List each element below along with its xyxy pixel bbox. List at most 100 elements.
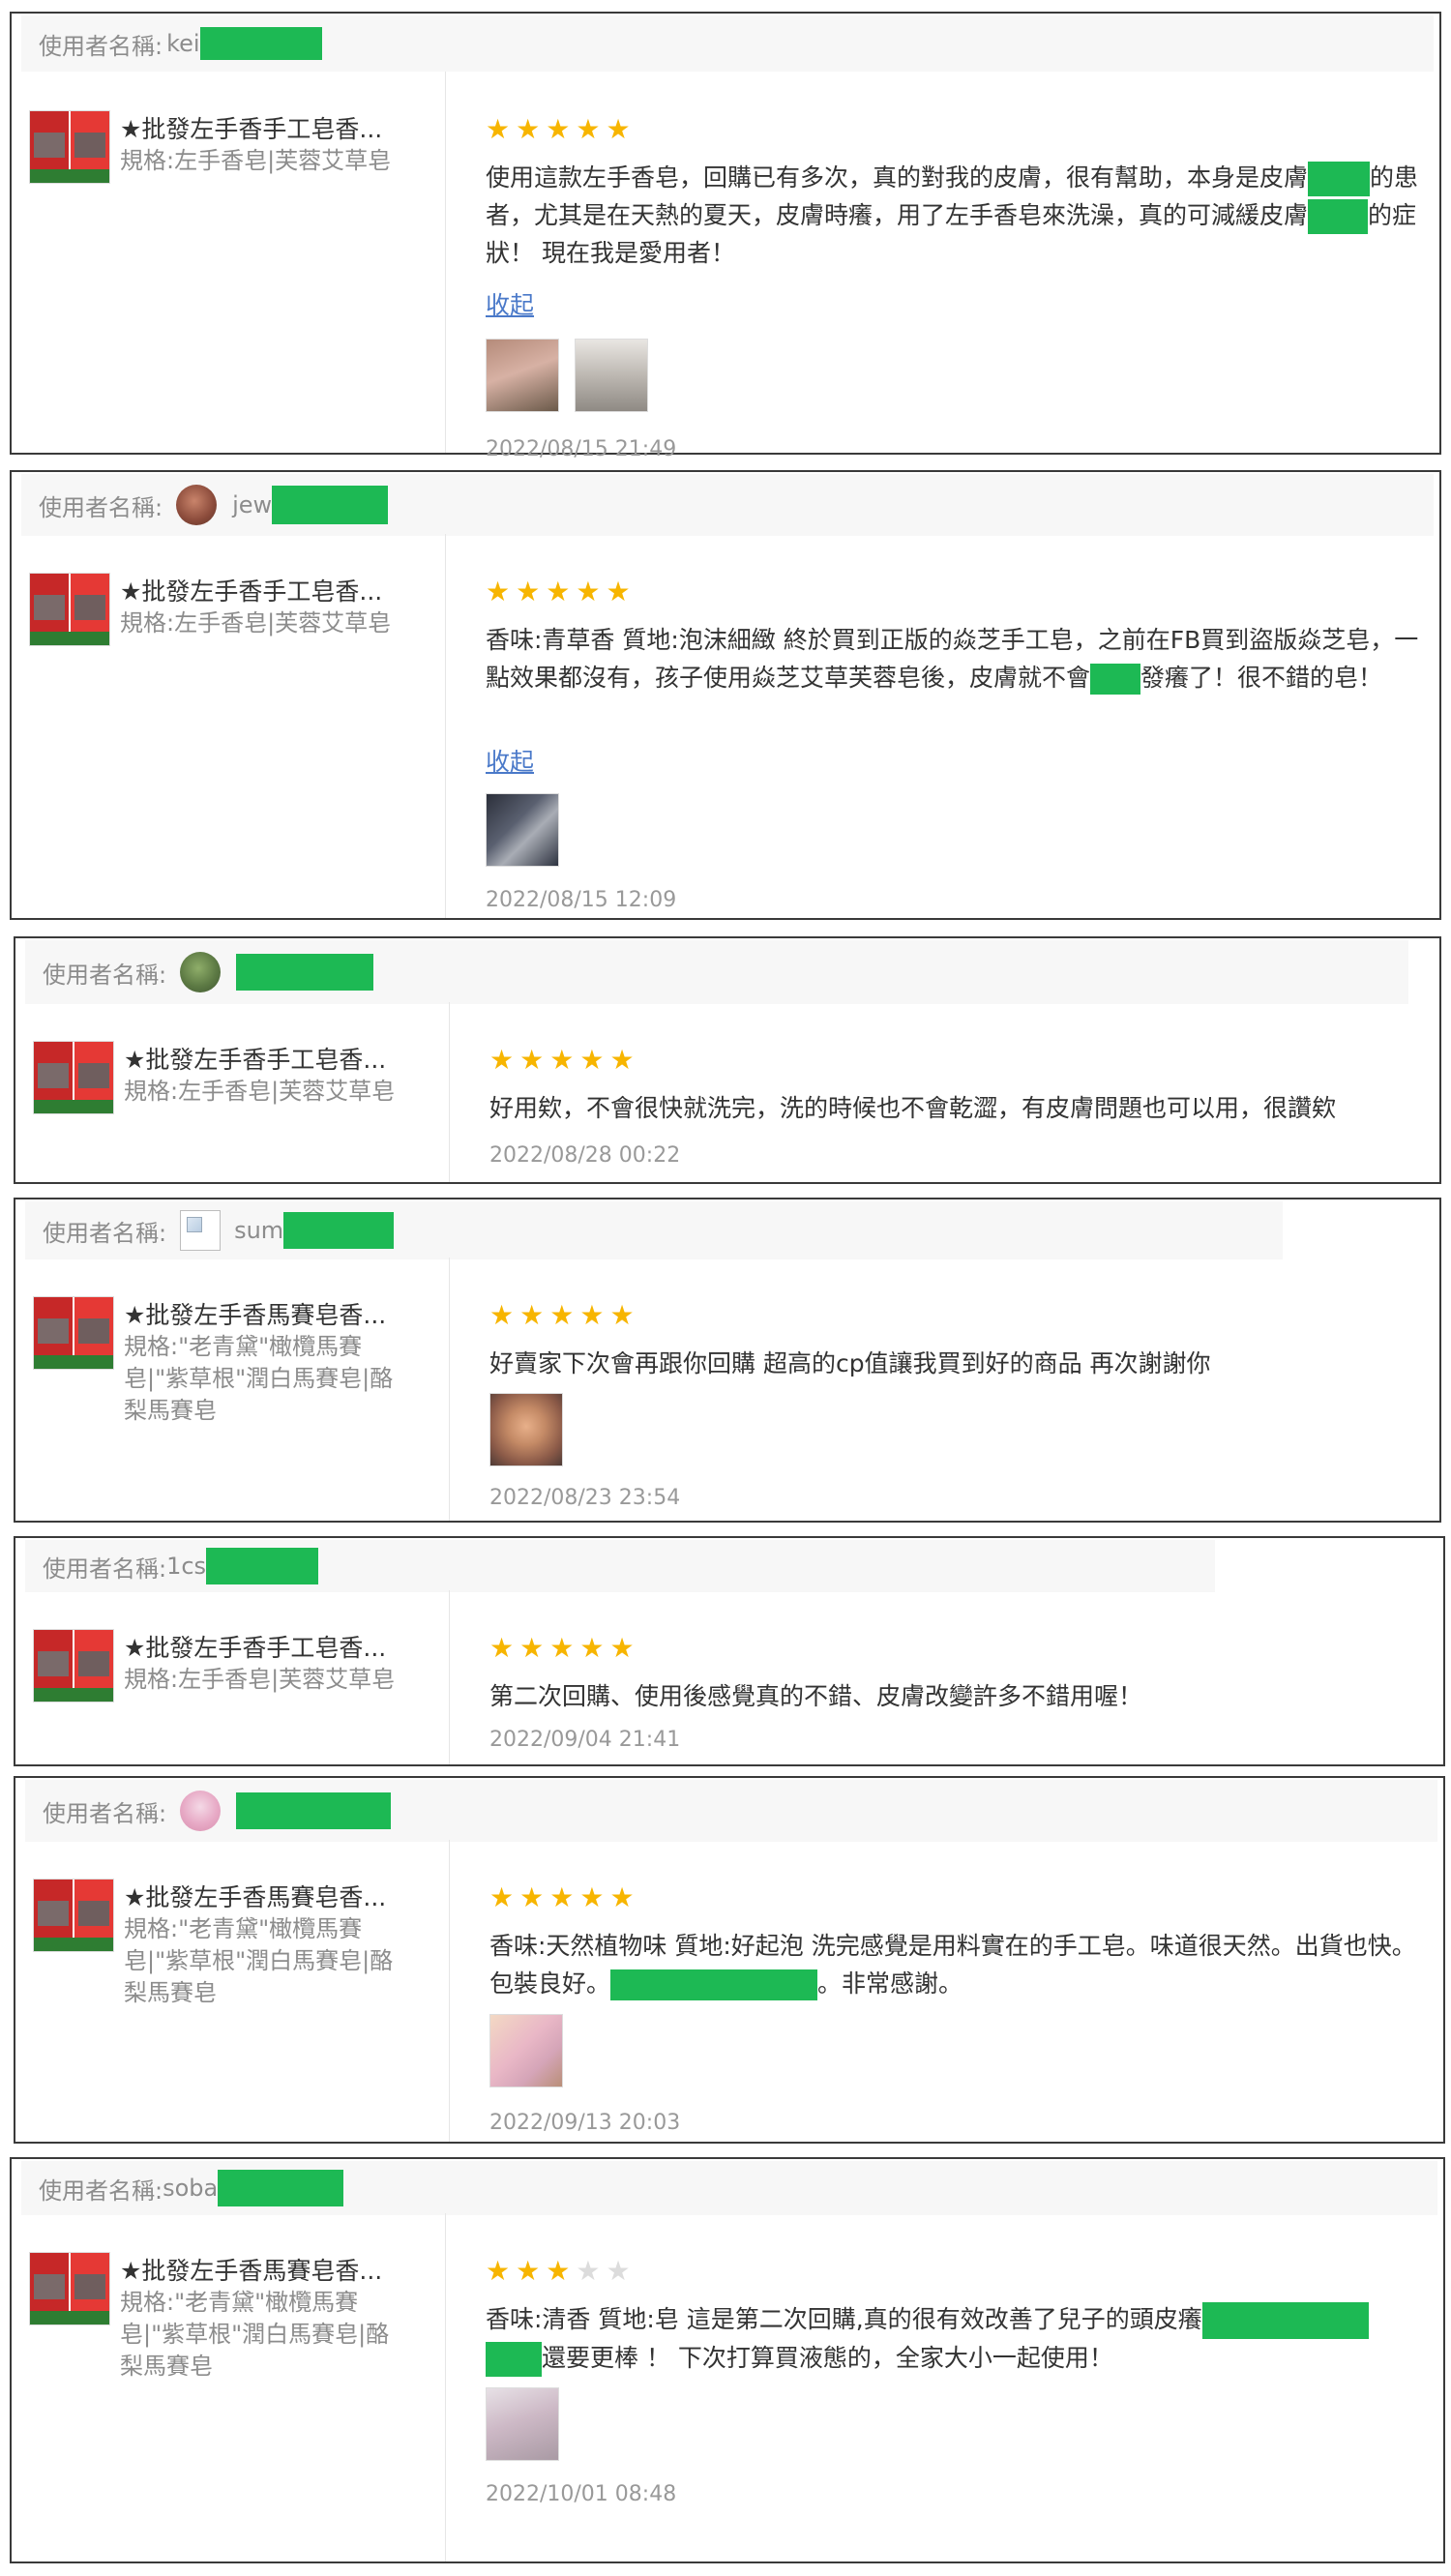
product-thumbnail[interactable]	[29, 2252, 110, 2325]
star-empty-icon: ★	[606, 2255, 637, 2287]
user-avatar[interactable]	[180, 1210, 222, 1251]
product-title[interactable]: ★批發左手香手工皂香...	[120, 110, 410, 145]
review-photo[interactable]	[489, 1393, 563, 1466]
review-photos	[486, 339, 648, 412]
review-header: 使用者名稱: sum	[25, 1201, 1283, 1259]
review-comment: 香味:清香 質地:皂 這是第二次回購,真的很有效改善了兒子的頭皮癢還要更棒 ！ …	[486, 2300, 1424, 2377]
star-filled-icon: ★	[546, 2255, 577, 2287]
star-filled-icon: ★	[549, 1632, 580, 1664]
product-title[interactable]: ★批發左手香馬賽皂香...	[124, 1879, 414, 1913]
product-column: ★批發左手香馬賽皂香... 規格:"老青黛"橄欖馬賽皂|"紫草根"潤白馬賽皂|酪…	[12, 2213, 446, 2561]
collapse-link[interactable]: 收起	[486, 743, 534, 778]
review-card: 使用者名稱: sum ★批發左手香馬賽皂香... 規格:"老青黛"橄欖馬賽皂|"…	[14, 1198, 1441, 1523]
comment-text: 第二次回購、使用後感覺真的不錯、皮膚改變許多不錯用喔！	[489, 1682, 1143, 1710]
star-filled-icon: ★	[486, 576, 517, 607]
redaction-block	[1201, 2302, 1369, 2339]
review-header: 使用者名稱:	[25, 1780, 1437, 1842]
review-photo[interactable]	[486, 339, 559, 412]
username-label: 使用者名稱:	[43, 1219, 167, 1247]
review-body: ★★★★★ 好用欸，不會很快就洗完，洗的時候也不會乾澀，有皮膚問題也可以用，很讚…	[489, 1002, 1420, 1182]
user-avatar[interactable]	[180, 1791, 222, 1831]
product-thumbnail[interactable]	[33, 1879, 114, 1952]
review-photo[interactable]	[486, 2387, 559, 2461]
review-header: 使用者名稱: 1cs	[25, 1540, 1215, 1592]
product-spec: 規格:左手香皂|芙蓉艾草皂	[120, 147, 392, 174]
product-column: ★批發左手香馬賽皂香... 規格:"老青黛"橄欖馬賽皂|"紫草根"潤白馬賽皂|酪…	[15, 1840, 450, 2142]
rating-stars: ★★★★★	[489, 1047, 640, 1074]
star-filled-icon: ★	[489, 1044, 520, 1076]
star-empty-icon: ★	[576, 2255, 607, 2287]
redaction-block	[1308, 162, 1371, 196]
redaction-block	[218, 2170, 344, 2206]
review-photos	[489, 1393, 563, 1466]
star-filled-icon: ★	[549, 1299, 580, 1331]
product-spec: 規格:"老青黛"橄欖馬賽皂|"紫草根"潤白馬賽皂|酪梨馬賽皂	[124, 1915, 394, 2006]
star-filled-icon: ★	[606, 113, 637, 145]
review-date: 2022/10/01 08:48	[486, 2482, 677, 2506]
user-avatar[interactable]	[180, 952, 222, 992]
review-comment: 好用欸，不會很快就洗完，洗的時候也不會乾澀，有皮膚問題也可以用，很讚欸	[489, 1089, 1420, 1127]
product-spec: 規格:"老青黛"橄欖馬賽皂|"紫草根"潤白馬賽皂|酪梨馬賽皂	[120, 2289, 390, 2380]
review-header: 使用者名稱: kei	[21, 15, 1434, 72]
review-photo[interactable]	[575, 339, 648, 412]
product-title[interactable]: ★批發左手香馬賽皂香...	[120, 2252, 410, 2287]
product-title[interactable]: ★批發左手香手工皂香...	[120, 573, 410, 607]
review-date: 2022/09/13 20:03	[489, 2111, 681, 2135]
comment-text: 還要更棒 ！ 下次打算買液態的，全家大小一起使用！	[542, 2344, 1113, 2372]
collapse-link[interactable]: 收起	[486, 286, 534, 321]
product-thumbnail[interactable]	[33, 1629, 114, 1703]
product-thumbnail[interactable]	[33, 1041, 114, 1114]
redaction-block	[283, 1212, 395, 1249]
review-date: 2022/08/15 12:09	[486, 888, 677, 912]
product-title[interactable]: ★批發左手香手工皂香...	[124, 1629, 414, 1664]
review-date: 2022/08/23 23:54	[489, 1486, 681, 1510]
username[interactable]: soba	[163, 2175, 218, 2202]
rating-stars: ★★★★★	[486, 116, 637, 143]
review-date: 2022/08/28 00:22	[489, 1143, 681, 1168]
star-filled-icon: ★	[486, 2255, 517, 2287]
star-filled-icon: ★	[609, 1044, 640, 1076]
username[interactable]: kei	[166, 30, 199, 57]
review-card: 使用者名稱: soba ★批發左手香馬賽皂香... 規格:"老青黛"橄欖馬賽皂|…	[10, 2157, 1445, 2563]
review-comment: 香味:天然植物味 質地:好起泡 洗完感覺是用料實在的手工皂。味道很天然。出貨也快…	[489, 1927, 1424, 2002]
review-photo[interactable]	[486, 793, 559, 867]
product-thumbnail[interactable]	[29, 573, 110, 646]
product-thumbnail[interactable]	[33, 1296, 114, 1370]
product-spec: 規格:左手香皂|芙蓉艾草皂	[124, 1078, 396, 1105]
comment-text: 使用這款左手香皂，回購已有多次，真的對我的皮膚，很有幫助，本身是皮膚	[486, 163, 1309, 192]
review-card: 使用者名稱: ★批發左手香手工皂香... 規格:左手香皂|芙蓉艾草皂 ★★★★★…	[14, 936, 1441, 1184]
star-filled-icon: ★	[546, 113, 577, 145]
product-column: ★批發左手香馬賽皂香... 規格:"老青黛"橄欖馬賽皂|"紫草根"潤白馬賽皂|酪…	[15, 1258, 450, 1521]
user-avatar[interactable]	[176, 485, 218, 525]
comment-text: 好用欸，不會很快就洗完，洗的時候也不會乾澀，有皮膚問題也可以用，很讚欸	[489, 1094, 1337, 1122]
product-title[interactable]: ★批發左手香馬賽皂香...	[124, 1296, 414, 1331]
star-filled-icon: ★	[489, 1299, 520, 1331]
review-card: 使用者名稱: ★批發左手香馬賽皂香... 規格:"老青黛"橄欖馬賽皂|"紫草根"…	[14, 1776, 1445, 2144]
username-label: 使用者名稱:	[39, 2176, 163, 2205]
username[interactable]: sum	[234, 1217, 283, 1244]
review-photos	[489, 2014, 563, 2087]
star-filled-icon: ★	[519, 1881, 550, 1913]
redaction-block	[206, 1548, 319, 1584]
username[interactable]: jew	[232, 491, 272, 518]
review-header: 使用者名稱: jew	[21, 474, 1434, 536]
star-filled-icon: ★	[519, 1632, 550, 1664]
product-column: ★批發左手香手工皂香... 規格:左手香皂|芙蓉艾草皂	[12, 72, 446, 453]
review-card: 使用者名稱: 1cs ★批發左手香手工皂香... 規格:左手香皂|芙蓉艾草皂 ★…	[14, 1536, 1445, 1766]
comment-text: 香味:清香 質地:皂 這是第二次回購,真的很有效改善了兒子的頭皮癢	[486, 2305, 1202, 2333]
review-body: ★★★★★ 香味:青草香 質地:泡沫細緻 終於買到正版的焱芝手工皂，之前在FB買…	[486, 534, 1420, 918]
redaction-block	[486, 2342, 542, 2377]
review-comment: 第二次回購、使用後感覺真的不錯、皮膚改變許多不錯用喔！	[489, 1677, 1424, 1715]
star-filled-icon: ★	[516, 576, 547, 607]
review-photo[interactable]	[489, 2014, 563, 2087]
comment-text: 。非常感謝。	[817, 1969, 963, 1998]
product-thumbnail[interactable]	[29, 110, 110, 184]
username-label: 使用者名稱:	[43, 1799, 167, 1827]
star-filled-icon: ★	[579, 1299, 610, 1331]
username[interactable]: 1cs	[166, 1553, 206, 1580]
product-title[interactable]: ★批發左手香手工皂香...	[124, 1041, 414, 1076]
review-card: 使用者名稱: kei ★批發左手香手工皂香... 規格:左手香皂|芙蓉艾草皂 ★…	[10, 12, 1441, 461]
comment-text: 發癢了！很不錯的皂！	[1140, 664, 1383, 692]
star-filled-icon: ★	[579, 1632, 610, 1664]
star-filled-icon: ★	[576, 113, 607, 145]
